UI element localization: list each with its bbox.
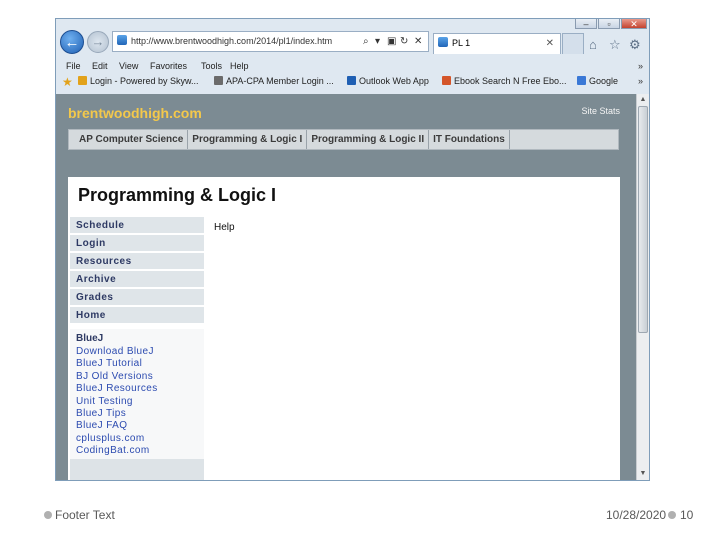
nav-it-foundations[interactable]: IT Foundations [429, 130, 510, 149]
tab-favicon-icon [438, 37, 448, 47]
tab-title: PL 1 [452, 38, 471, 48]
favorite-apa-cpa[interactable]: APA-CPA Member Login ... [214, 76, 334, 86]
favorite-ebook-search[interactable]: Ebook Search N Free Ebo... [442, 76, 567, 86]
footer-text: Footer Text [55, 508, 115, 522]
sidebar: Schedule Login Resources Archive Grades … [70, 217, 204, 480]
favorite-ebook-icon [442, 76, 451, 85]
menu-bar: File Edit View Favorites Tools Help » [56, 60, 649, 74]
address-url: http://www.brentwoodhigh.com/2014/pl1/in… [131, 36, 333, 46]
nav-programming-logic-2[interactable]: Programming & Logic II [307, 130, 430, 149]
dropdown-icon[interactable]: ▾ [375, 32, 380, 51]
favorites-star-icon[interactable]: ★ [62, 75, 73, 89]
menu-chevron-icon[interactable]: » [638, 61, 643, 71]
web-page: brentwoodhigh.com Site Stats AP Computer… [56, 94, 636, 480]
forward-arrow-icon: → [91, 34, 105, 49]
favorite-google[interactable]: Google [577, 76, 618, 86]
link-download-bluej[interactable]: Download BlueJ [76, 346, 204, 358]
footer-bullet-icon [44, 511, 52, 519]
browser-screenshot: – ▫ ✕ ← → http://www.brentwoodhigh.com/2… [55, 18, 650, 481]
vertical-scrollbar[interactable]: ▲ ▼ [636, 94, 649, 480]
favorites-bar: ★ Login - Powered by Skyw... APA-CPA Mem… [56, 75, 649, 91]
link-bluej-tips[interactable]: BlueJ Tips [76, 408, 204, 420]
bluej-links: BlueJ Download BlueJ BlueJ Tutorial BJ O… [70, 325, 204, 459]
page-title: Programming & Logic I [78, 185, 277, 205]
help-text: Help [214, 222, 235, 233]
forward-button[interactable]: → [87, 31, 109, 53]
sidebar-item-login[interactable]: Login [70, 235, 204, 253]
tab-close-icon[interactable]: ✕ [546, 34, 554, 53]
site-name[interactable]: brentwoodhigh.com [68, 105, 202, 121]
favorite-skyward[interactable]: Login - Powered by Skyw... [78, 76, 199, 86]
link-bluej-faq[interactable]: BlueJ FAQ [76, 420, 204, 432]
menu-help[interactable]: Help [230, 61, 249, 71]
stop-icon[interactable]: ✕ [414, 32, 422, 51]
link-bluej-tutorial[interactable]: BlueJ Tutorial [76, 358, 204, 370]
bluej-heading: BlueJ [76, 333, 104, 344]
menu-view[interactable]: View [119, 61, 138, 71]
nav-programming-logic-1[interactable]: Programming & Logic I [188, 130, 308, 149]
compatibility-view-icon[interactable]: ▣ [387, 32, 396, 51]
nav-ap-computer-science[interactable]: AP Computer Science [69, 130, 189, 149]
home-icon[interactable]: ⌂ [589, 37, 597, 52]
menu-file[interactable]: File [66, 61, 81, 71]
sidebar-item-home[interactable]: Home [70, 307, 204, 325]
site-favicon-icon [117, 35, 127, 45]
favorite-skyward-icon [78, 76, 87, 85]
page-number: 10 [680, 508, 694, 522]
search-icon[interactable]: ⌕ [363, 32, 369, 51]
page-bullet-icon [668, 511, 676, 519]
scroll-down-icon[interactable]: ▼ [637, 469, 649, 479]
sidebar-item-resources[interactable]: Resources [70, 253, 204, 271]
tab-pl1[interactable]: PL 1 ✕ [433, 33, 561, 54]
back-button[interactable]: ← [60, 30, 84, 54]
site-stats-link[interactable]: Site Stats [581, 106, 620, 116]
link-bluej-resources[interactable]: BlueJ Resources [76, 383, 204, 395]
link-unit-testing[interactable]: Unit Testing [76, 396, 204, 408]
content-panel: Programming & Logic I Schedule Login Res… [68, 177, 620, 480]
menu-favorites[interactable]: Favorites [150, 61, 187, 71]
site-nav: AP Computer Science Programming & Logic … [68, 129, 619, 150]
gear-icon[interactable]: ⚙ [629, 37, 641, 53]
sidebar-item-schedule[interactable]: Schedule [70, 217, 204, 235]
address-bar[interactable]: http://www.brentwoodhigh.com/2014/pl1/in… [112, 31, 429, 52]
outlook-icon [347, 76, 356, 85]
scrollbar-thumb[interactable] [638, 106, 648, 333]
sidebar-item-grades[interactable]: Grades [70, 289, 204, 307]
back-arrow-icon: ← [64, 34, 80, 51]
link-codingbat[interactable]: CodingBat.com [76, 445, 204, 457]
address-row: ← → http://www.brentwoodhigh.com/2014/pl… [56, 27, 649, 57]
favorite-outlook[interactable]: Outlook Web App [347, 76, 429, 86]
footer-date: 10/28/2020 [606, 508, 667, 522]
link-bj-old-versions[interactable]: BJ Old Versions [76, 371, 204, 383]
menu-tools[interactable]: Tools [201, 61, 222, 71]
favorite-apa-cpa-icon [214, 76, 223, 85]
new-tab-button[interactable] [562, 33, 584, 54]
favorites-chevron-icon[interactable]: » [638, 76, 643, 86]
refresh-icon[interactable]: ↻ [400, 32, 408, 51]
menu-edit[interactable]: Edit [92, 61, 108, 71]
sidebar-item-archive[interactable]: Archive [70, 271, 204, 289]
scroll-up-icon[interactable]: ▲ [637, 95, 649, 105]
favorites-star-icon[interactable]: ☆ [609, 37, 621, 53]
link-cplusplus[interactable]: cplusplus.com [76, 433, 204, 445]
google-icon [577, 76, 586, 85]
